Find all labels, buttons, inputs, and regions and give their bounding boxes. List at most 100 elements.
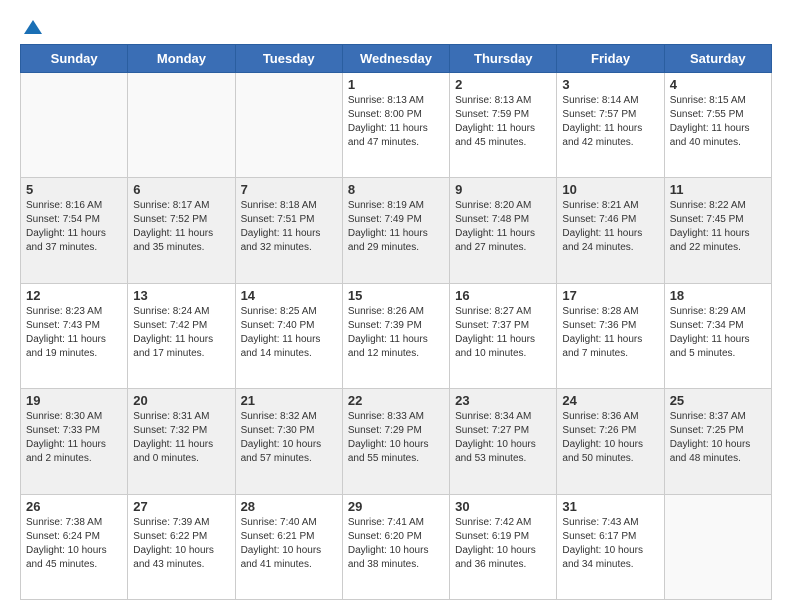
day-info: Sunrise: 8:34 AM Sunset: 7:27 PM Dayligh… bbox=[455, 410, 551, 466]
weekday-header-sunday: Sunday bbox=[21, 45, 128, 73]
calendar-day-18: 18 Sunrise: 8:29 AM Sunset: 7:34 PM Dayli… bbox=[664, 283, 771, 388]
day-number: 24 bbox=[562, 393, 658, 408]
day-number: 25 bbox=[670, 393, 766, 408]
weekday-header-monday: Monday bbox=[128, 45, 235, 73]
day-number: 27 bbox=[133, 499, 229, 514]
weekday-header-saturday: Saturday bbox=[664, 45, 771, 73]
calendar-day-28: 28Sunrise: 7:40 AM Sunset: 6:21 PM Dayli… bbox=[235, 494, 342, 599]
logo-icon bbox=[22, 16, 44, 38]
day-info: Sunrise: 8:31 AM Sunset: 7:32 PM Dayligh… bbox=[133, 410, 229, 466]
day-info: Sunrise: 8:20 AM Sunset: 7:48 PM Dayligh… bbox=[455, 199, 551, 255]
day-info: Sunrise: 8:13 AM Sunset: 7:59 PM Dayligh… bbox=[455, 94, 551, 150]
day-info: Sunrise: 8:17 AM Sunset: 7:52 PM Dayligh… bbox=[133, 199, 229, 255]
calendar-week-row: 26 Sunrise: 7:38 AM Sunset: 6:24 PM Dayli… bbox=[21, 494, 772, 599]
weekday-header-thursday: Thursday bbox=[450, 45, 557, 73]
calendar-week-row: 1 Sunrise: 8:13 AM Sunset: 8:00 PM Daylig… bbox=[21, 73, 772, 178]
day-number: 29 bbox=[348, 499, 444, 514]
calendar-day-27: 27 Sunrise: 7:39 AM Sunset: 6:22 PM Dayli… bbox=[128, 494, 235, 599]
day-number: 4 bbox=[670, 77, 766, 92]
calendar-day-8: 8 Sunrise: 8:19 AM Sunset: 7:49 PM Daylig… bbox=[342, 178, 449, 283]
calendar-day-1: 1 Sunrise: 8:13 AM Sunset: 8:00 PM Daylig… bbox=[342, 73, 449, 178]
day-number: 11 bbox=[670, 182, 766, 197]
page: SundayMondayTuesdayWednesdayThursdayFrid… bbox=[0, 0, 792, 612]
weekday-header-row: SundayMondayTuesdayWednesdayThursdayFrid… bbox=[21, 45, 772, 73]
calendar-day-23: 23Sunrise: 8:34 AM Sunset: 7:27 PM Dayli… bbox=[450, 389, 557, 494]
day-info: Sunrise: 8:21 AM Sunset: 7:46 PM Dayligh… bbox=[562, 199, 658, 255]
day-info: Sunrise: 8:14 AM Sunset: 7:57 PM Dayligh… bbox=[562, 94, 658, 150]
calendar-day-14: 14Sunrise: 8:25 AM Sunset: 7:40 PM Dayli… bbox=[235, 283, 342, 388]
day-info: Sunrise: 8:22 AM Sunset: 7:45 PM Dayligh… bbox=[670, 199, 766, 255]
day-number: 9 bbox=[455, 182, 551, 197]
calendar-day-21: 21Sunrise: 8:32 AM Sunset: 7:30 PM Dayli… bbox=[235, 389, 342, 494]
day-info: Sunrise: 8:33 AM Sunset: 7:29 PM Dayligh… bbox=[348, 410, 444, 466]
calendar-day-12: 12 Sunrise: 8:23 AM Sunset: 7:43 PM Dayli… bbox=[21, 283, 128, 388]
calendar-day-26: 26 Sunrise: 7:38 AM Sunset: 6:24 PM Dayli… bbox=[21, 494, 128, 599]
calendar-day-11: 11 Sunrise: 8:22 AM Sunset: 7:45 PM Dayli… bbox=[664, 178, 771, 283]
day-info: Sunrise: 7:39 AM Sunset: 6:22 PM Dayligh… bbox=[133, 516, 229, 572]
header bbox=[20, 16, 772, 34]
day-number: 14 bbox=[241, 288, 337, 303]
day-number: 7 bbox=[241, 182, 337, 197]
day-number: 16 bbox=[455, 288, 551, 303]
day-info: Sunrise: 8:27 AM Sunset: 7:37 PM Dayligh… bbox=[455, 305, 551, 361]
calendar-day-5: 5Sunrise: 8:16 AM Sunset: 7:54 PM Daylig… bbox=[21, 178, 128, 283]
day-number: 22 bbox=[348, 393, 444, 408]
calendar-day-15: 15 Sunrise: 8:26 AM Sunset: 7:39 PM Dayli… bbox=[342, 283, 449, 388]
day-number: 5 bbox=[26, 182, 122, 197]
empty-day-cell bbox=[21, 73, 128, 178]
calendar-day-17: 17Sunrise: 8:28 AM Sunset: 7:36 PM Dayli… bbox=[557, 283, 664, 388]
day-info: Sunrise: 7:38 AM Sunset: 6:24 PM Dayligh… bbox=[26, 516, 122, 572]
day-number: 8 bbox=[348, 182, 444, 197]
day-info: Sunrise: 8:32 AM Sunset: 7:30 PM Dayligh… bbox=[241, 410, 337, 466]
calendar-day-7: 7 Sunrise: 8:18 AM Sunset: 7:51 PM Daylig… bbox=[235, 178, 342, 283]
calendar-day-20: 20Sunrise: 8:31 AM Sunset: 7:32 PM Dayli… bbox=[128, 389, 235, 494]
day-info: Sunrise: 8:30 AM Sunset: 7:33 PM Dayligh… bbox=[26, 410, 122, 466]
calendar-day-9: 9 Sunrise: 8:20 AM Sunset: 7:48 PM Daylig… bbox=[450, 178, 557, 283]
day-info: Sunrise: 8:13 AM Sunset: 8:00 PM Dayligh… bbox=[348, 94, 444, 150]
day-number: 12 bbox=[26, 288, 122, 303]
day-info: Sunrise: 8:18 AM Sunset: 7:51 PM Dayligh… bbox=[241, 199, 337, 255]
day-info: Sunrise: 8:29 AM Sunset: 7:34 PM Dayligh… bbox=[670, 305, 766, 361]
day-number: 18 bbox=[670, 288, 766, 303]
day-info: Sunrise: 7:43 AM Sunset: 6:17 PM Dayligh… bbox=[562, 516, 658, 572]
empty-day-cell bbox=[128, 73, 235, 178]
empty-day-cell bbox=[664, 494, 771, 599]
calendar-day-3: 3 Sunrise: 8:14 AM Sunset: 7:57 PM Daylig… bbox=[557, 73, 664, 178]
day-number: 31 bbox=[562, 499, 658, 514]
day-info: Sunrise: 8:26 AM Sunset: 7:39 PM Dayligh… bbox=[348, 305, 444, 361]
weekday-header-wednesday: Wednesday bbox=[342, 45, 449, 73]
calendar-day-19: 19 Sunrise: 8:30 AM Sunset: 7:33 PM Dayli… bbox=[21, 389, 128, 494]
calendar-day-4: 4 Sunrise: 8:15 AM Sunset: 7:55 PM Daylig… bbox=[664, 73, 771, 178]
day-number: 10 bbox=[562, 182, 658, 197]
calendar-day-31: 31 Sunrise: 7:43 AM Sunset: 6:17 PM Dayli… bbox=[557, 494, 664, 599]
calendar-day-13: 13 Sunrise: 8:24 AM Sunset: 7:42 PM Dayli… bbox=[128, 283, 235, 388]
calendar-day-29: 29 Sunrise: 7:41 AM Sunset: 6:20 PM Dayli… bbox=[342, 494, 449, 599]
calendar-day-24: 24 Sunrise: 8:36 AM Sunset: 7:26 PM Dayli… bbox=[557, 389, 664, 494]
day-info: Sunrise: 8:15 AM Sunset: 7:55 PM Dayligh… bbox=[670, 94, 766, 150]
calendar-week-row: 12 Sunrise: 8:23 AM Sunset: 7:43 PM Dayli… bbox=[21, 283, 772, 388]
calendar-week-row: 19 Sunrise: 8:30 AM Sunset: 7:33 PM Dayli… bbox=[21, 389, 772, 494]
day-info: Sunrise: 8:36 AM Sunset: 7:26 PM Dayligh… bbox=[562, 410, 658, 466]
weekday-header-tuesday: Tuesday bbox=[235, 45, 342, 73]
day-number: 1 bbox=[348, 77, 444, 92]
day-info: Sunrise: 8:23 AM Sunset: 7:43 PM Dayligh… bbox=[26, 305, 122, 361]
calendar-day-2: 2 Sunrise: 8:13 AM Sunset: 7:59 PM Daylig… bbox=[450, 73, 557, 178]
day-number: 30 bbox=[455, 499, 551, 514]
day-info: Sunrise: 7:41 AM Sunset: 6:20 PM Dayligh… bbox=[348, 516, 444, 572]
calendar-day-16: 16 Sunrise: 8:27 AM Sunset: 7:37 PM Dayli… bbox=[450, 283, 557, 388]
calendar-day-10: 10 Sunrise: 8:21 AM Sunset: 7:46 PM Dayli… bbox=[557, 178, 664, 283]
day-number: 3 bbox=[562, 77, 658, 92]
day-number: 2 bbox=[455, 77, 551, 92]
day-number: 19 bbox=[26, 393, 122, 408]
day-info: Sunrise: 8:37 AM Sunset: 7:25 PM Dayligh… bbox=[670, 410, 766, 466]
calendar-day-25: 25 Sunrise: 8:37 AM Sunset: 7:25 PM Dayli… bbox=[664, 389, 771, 494]
calendar-day-6: 6 Sunrise: 8:17 AM Sunset: 7:52 PM Daylig… bbox=[128, 178, 235, 283]
day-info: Sunrise: 8:19 AM Sunset: 7:49 PM Dayligh… bbox=[348, 199, 444, 255]
day-number: 26 bbox=[26, 499, 122, 514]
weekday-header-friday: Friday bbox=[557, 45, 664, 73]
day-info: Sunrise: 8:24 AM Sunset: 7:42 PM Dayligh… bbox=[133, 305, 229, 361]
day-number: 15 bbox=[348, 288, 444, 303]
day-number: 6 bbox=[133, 182, 229, 197]
day-number: 13 bbox=[133, 288, 229, 303]
empty-day-cell bbox=[235, 73, 342, 178]
